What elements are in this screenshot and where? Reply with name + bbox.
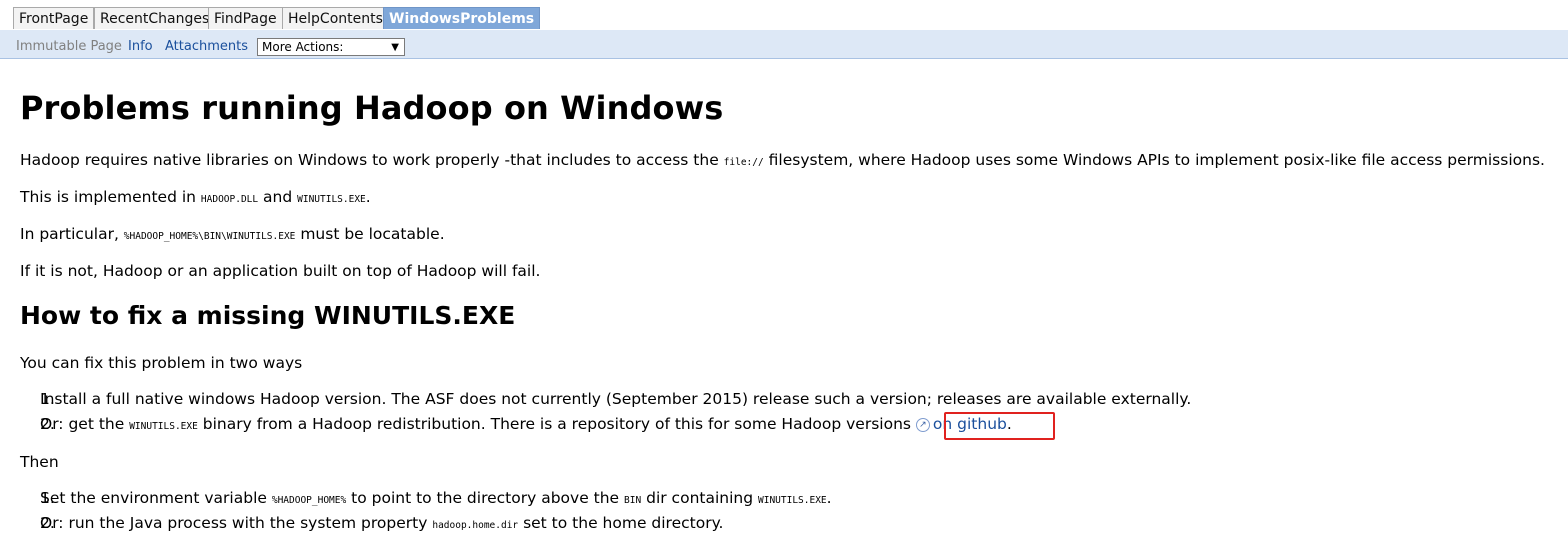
code-winutils-exe: WINUTILS.EXE — [758, 495, 827, 506]
paragraph-will-fail: If it is not, Hadoop or an application b… — [20, 262, 541, 280]
tab-findpage[interactable]: FindPage — [208, 7, 283, 29]
tab-windowsproblems[interactable]: WindowsProblems — [383, 7, 541, 29]
info-link[interactable]: Info — [128, 39, 153, 54]
text: must be locatable. — [295, 225, 445, 243]
code-hadoop-home-dir: hadoop.home.dir — [432, 520, 519, 531]
tab-helpcontents[interactable]: HelpContents — [282, 7, 389, 29]
text: set to the home directory. — [518, 514, 724, 532]
text: . — [826, 489, 832, 507]
text: Or: run the Java process with the system… — [40, 514, 433, 532]
text: and — [258, 188, 298, 206]
text: Install a full native windows Hadoop ver… — [40, 390, 1192, 408]
paragraph-native-libraries: Hadoop requires native libraries on Wind… — [20, 151, 1545, 169]
text: Set the environment variable — [40, 489, 272, 507]
text: Hadoop requires native libraries on Wind… — [20, 151, 724, 169]
list-item: 2.Or: run the Java process with the syst… — [40, 514, 724, 532]
paragraph-implemented-in: This is implemented in HADOOP.DLL and WI… — [20, 188, 371, 206]
paragraph-in-particular: In particular, %HADOOP_HOME%\BIN\WINUTIL… — [20, 225, 445, 243]
text: dir containing — [641, 489, 758, 507]
navigation-tabs: FrontPage RecentChanges FindPage HelpCon… — [0, 0, 1568, 31]
tab-frontpage[interactable]: FrontPage — [13, 7, 95, 29]
page-title: Problems running Hadoop on Windows — [20, 89, 724, 127]
code-winutils-exe: WINUTILS.EXE — [297, 194, 366, 205]
text: Or: get the — [40, 415, 130, 433]
external-link-icon: ↗ — [915, 418, 930, 432]
code-winutils-path: %HADOOP_HOME%\BIN\WINUTILS.EXE — [123, 231, 296, 242]
text: to point to the directory above the — [346, 489, 625, 507]
code-hadoop-home: %HADOOP_HOME% — [271, 495, 347, 506]
section-heading-fix-winutils: How to fix a missing WINUTILS.EXE — [20, 301, 516, 330]
list-item: 2.Or: get the WINUTILS.EXE binary from a… — [40, 415, 1012, 433]
code-winutils-exe: WINUTILS.EXE — [129, 421, 198, 432]
code-hadoop-dll: HADOOP.DLL — [200, 194, 259, 205]
more-actions-selected-value: More Actions: — [262, 40, 344, 54]
code-bin: BIN — [624, 495, 642, 506]
text: filesystem, where Hadoop uses some Windo… — [763, 151, 1545, 169]
text: binary from a Hadoop redistribution. The… — [197, 415, 916, 433]
paragraph-two-ways: You can fix this problem in two ways — [20, 354, 303, 372]
immutable-page-label: Immutable Page — [16, 39, 122, 54]
code-file-uri: file:// — [723, 157, 764, 168]
tab-recentchanges[interactable]: RecentChanges — [94, 7, 216, 29]
text: This is implemented in — [20, 188, 201, 206]
highlight-box — [944, 412, 1055, 440]
attachments-link[interactable]: Attachments — [165, 39, 248, 54]
list-item: 1.Install a full native windows Hadoop v… — [40, 390, 1192, 408]
dropdown-arrow-icon: ▼ — [391, 42, 399, 53]
list-item: 1.Set the environment variable %HADOOP_H… — [40, 489, 832, 507]
text: In particular, — [20, 225, 124, 243]
text: . — [365, 188, 371, 206]
more-actions-select[interactable]: More Actions: ▼ — [257, 38, 405, 56]
page-actions-bar: Immutable Page Info Attachments More Act… — [0, 30, 1568, 59]
paragraph-then: Then — [20, 453, 59, 471]
